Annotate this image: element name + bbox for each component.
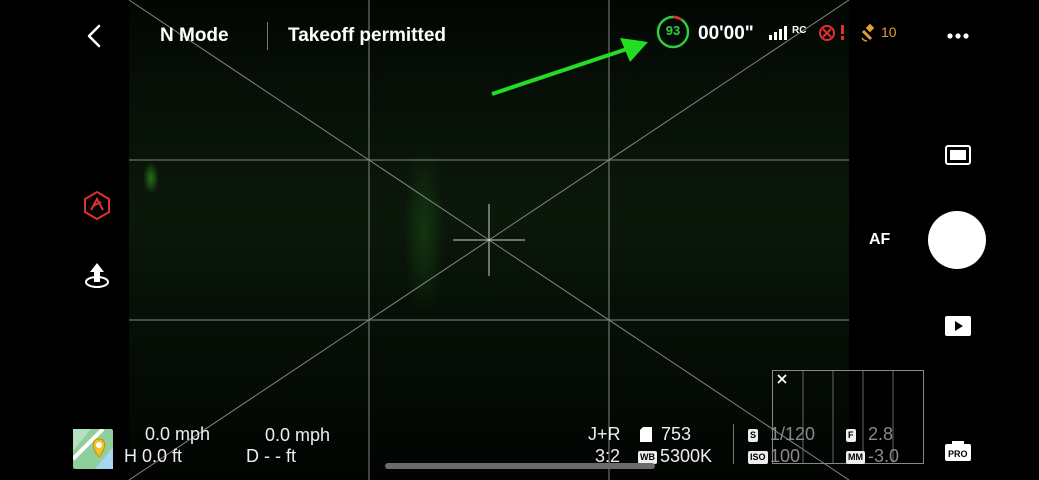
vertical-speed: 0.0 mph: [265, 425, 331, 445]
iso-badge: ISO: [748, 451, 768, 465]
obstacle-warning-icon: [819, 25, 844, 41]
takeoff-icon: [85, 263, 109, 288]
signal-bars-icon: [769, 26, 787, 40]
playback-button[interactable]: [944, 314, 972, 343]
map-button[interactable]: [71, 427, 113, 469]
divider: [267, 22, 268, 50]
storage-count: 753: [661, 424, 692, 444]
more-menu-button[interactable]: [946, 26, 970, 44]
distance-readout: D - - ft: [246, 446, 296, 466]
satellite-icon: [861, 23, 875, 42]
white-balance[interactable]: 5300K: [660, 446, 712, 467]
shutter-badge: S: [748, 429, 759, 443]
takeoff-button[interactable]: [83, 260, 111, 295]
quickshots-button[interactable]: [83, 190, 111, 225]
gps-status[interactable]: 10: [860, 22, 897, 47]
pro-label: PRO: [948, 449, 968, 459]
horizontal-speed: 0.0 mph: [145, 424, 211, 444]
height-readout: H 0.0 ft: [124, 446, 183, 466]
sd-card-icon: [640, 427, 652, 447]
battery-percent: 93: [665, 23, 681, 38]
iso-badge-icon: ISO: [748, 449, 768, 467]
aperture-value[interactable]: 2.8: [868, 424, 893, 445]
more-dots-icon: [947, 33, 969, 39]
play-icon: [945, 316, 971, 336]
info-divider: [733, 424, 734, 464]
hexagon-flight-icon: [84, 190, 110, 221]
photo-mode-button[interactable]: [944, 144, 972, 171]
rc-label: RC: [792, 25, 807, 36]
ev-badge: MM: [846, 451, 865, 465]
back-button[interactable]: [84, 24, 106, 48]
iso-value[interactable]: 100: [770, 446, 800, 467]
battery-indicator[interactable]: 93: [655, 14, 691, 50]
flight-time: 00'00": [698, 23, 754, 44]
satellite-count: 10: [881, 24, 897, 40]
home-indicator[interactable]: [385, 463, 655, 469]
exposure-value[interactable]: -3.0: [868, 446, 899, 467]
chevron-left-icon: [87, 24, 101, 48]
pro-settings-button[interactable]: PRO: [944, 440, 972, 462]
shutter-badge-icon: S: [748, 427, 759, 445]
map-icon: [71, 427, 113, 469]
close-icon[interactable]: [776, 373, 788, 385]
ev-badge-icon: MM: [846, 449, 865, 467]
takeoff-status: Takeoff permitted: [288, 25, 447, 46]
aperture-badge: F: [846, 429, 856, 443]
aperture-badge-icon: F: [846, 427, 856, 445]
rc-signal[interactable]: RC: [768, 24, 806, 42]
af-toggle[interactable]: AF: [869, 231, 890, 249]
flight-mode[interactable]: N Mode: [160, 25, 229, 47]
obstacle-sensing[interactable]: [818, 22, 848, 49]
photo-frame-icon: [945, 145, 971, 165]
shutter-speed[interactable]: 1/120: [770, 424, 815, 445]
shutter-button[interactable]: [928, 211, 986, 269]
photo-format[interactable]: J+R: [588, 424, 621, 445]
camera-view[interactable]: [129, 0, 849, 480]
